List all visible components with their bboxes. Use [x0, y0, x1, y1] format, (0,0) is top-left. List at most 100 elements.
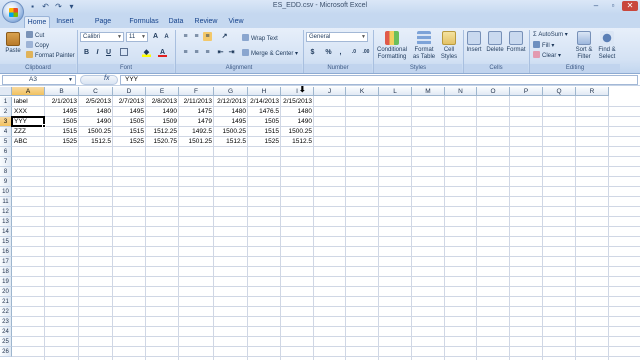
shrink-font-button[interactable]: A: [162, 33, 171, 42]
align-middle-icon[interactable]: ≡: [192, 32, 201, 41]
row-header-19[interactable]: 19: [0, 277, 12, 287]
row-header-4[interactable]: 4: [0, 127, 12, 137]
cell-g3[interactable]: 1495: [214, 117, 248, 127]
italic-button[interactable]: I: [93, 48, 102, 57]
decrease-decimal-button[interactable]: .00: [361, 48, 371, 57]
align-center-icon[interactable]: ≡: [192, 48, 201, 57]
row-header-25[interactable]: 25: [0, 337, 12, 347]
sort-filter-button[interactable]: Sort & Filter: [574, 31, 594, 61]
cell-h1[interactable]: 2/14/2013: [248, 97, 281, 107]
column-header-a[interactable]: A: [12, 87, 45, 96]
row-header-6[interactable]: 6: [0, 147, 12, 157]
column-header-e[interactable]: E: [146, 87, 179, 96]
conditional-formatting-button[interactable]: Conditional Formatting: [375, 31, 409, 61]
row-header-15[interactable]: 15: [0, 237, 12, 247]
row-header-18[interactable]: 18: [0, 267, 12, 277]
cell-h5[interactable]: 1525: [248, 137, 281, 147]
cell-d4[interactable]: 1515: [113, 127, 146, 137]
row-header-8[interactable]: 8: [0, 167, 12, 177]
cell-d1[interactable]: 2/7/2013: [113, 97, 146, 107]
paste-button[interactable]: Paste: [3, 32, 23, 55]
row-header-11[interactable]: 11: [0, 197, 12, 207]
cell-a5[interactable]: ABC: [12, 137, 45, 147]
currency-button[interactable]: $: [308, 48, 317, 57]
grow-font-button[interactable]: A: [151, 32, 160, 41]
cell-e5[interactable]: 1520.75: [146, 137, 179, 147]
cell-i4[interactable]: 1500.25: [281, 127, 314, 137]
cell-d5[interactable]: 1525: [113, 137, 146, 147]
office-button[interactable]: [2, 1, 24, 23]
insert-function-button[interactable]: fx: [104, 75, 109, 82]
cell-c3[interactable]: 1490: [79, 117, 113, 127]
cell-b1[interactable]: 2/1/2013: [45, 97, 79, 107]
row-header-10[interactable]: 10: [0, 187, 12, 197]
close-button[interactable]: ✕: [622, 1, 638, 11]
cell-b5[interactable]: 1525: [45, 137, 79, 147]
cut-button[interactable]: Cut: [26, 31, 44, 40]
maximize-button[interactable]: ▫: [605, 1, 621, 11]
underline-button[interactable]: U: [104, 48, 113, 57]
wrap-text-button[interactable]: Wrap Text: [242, 34, 278, 43]
cell-f3[interactable]: 1479: [179, 117, 214, 127]
cell-f1[interactable]: 2/11/2013: [179, 97, 214, 107]
tab-formulas[interactable]: Formulas: [128, 16, 160, 28]
column-header-g[interactable]: G: [214, 87, 248, 96]
row-header-13[interactable]: 13: [0, 217, 12, 227]
decrease-indent-icon[interactable]: ⇤: [216, 48, 225, 57]
cell-g5[interactable]: 1512.5: [214, 137, 248, 147]
formula-input[interactable]: YYY: [120, 75, 638, 85]
find-select-button[interactable]: Find & Select: [596, 31, 618, 61]
align-bottom-icon[interactable]: ≡: [203, 32, 212, 41]
merge-center-button[interactable]: Merge & Center ▾: [242, 49, 298, 58]
align-right-icon[interactable]: ≡: [203, 48, 212, 57]
cell-e2[interactable]: 1490: [146, 107, 179, 117]
number-format-select[interactable]: General ▼: [306, 32, 368, 42]
cell-h4[interactable]: 1515: [248, 127, 281, 137]
tab-home[interactable]: Home: [24, 16, 50, 28]
column-header-i[interactable]: I: [281, 87, 314, 96]
fill-button[interactable]: Fill ▾: [533, 41, 554, 50]
cell-h3[interactable]: 1505: [248, 117, 281, 127]
tab-review[interactable]: Review: [193, 16, 219, 28]
row-header-21[interactable]: 21: [0, 297, 12, 307]
comma-button[interactable]: ,: [336, 48, 345, 57]
column-header-o[interactable]: O: [477, 87, 510, 96]
column-header-n[interactable]: N: [445, 87, 477, 96]
cell-e4[interactable]: 1512.25: [146, 127, 179, 137]
column-header-q[interactable]: Q: [543, 87, 576, 96]
cell-c4[interactable]: 1500.25: [79, 127, 113, 137]
column-header-d[interactable]: D: [113, 87, 146, 96]
cell-f2[interactable]: 1475: [179, 107, 214, 117]
fill-color-icon[interactable]: ◆: [142, 48, 151, 57]
column-header-h[interactable]: H: [248, 87, 281, 96]
cell-i5[interactable]: 1512.5: [281, 137, 314, 147]
cell-b4[interactable]: 1515: [45, 127, 79, 137]
align-top-icon[interactable]: ≡: [181, 32, 190, 41]
row-header-12[interactable]: 12: [0, 207, 12, 217]
increase-decimal-button[interactable]: .0: [349, 48, 359, 57]
cell-b3[interactable]: 1505: [45, 117, 79, 127]
align-left-icon[interactable]: ≡: [181, 48, 190, 57]
format-as-table-button[interactable]: Format as Table: [411, 31, 437, 61]
row-header-5[interactable]: 5: [0, 137, 12, 147]
cell-c5[interactable]: 1512.5: [79, 137, 113, 147]
cell-d2[interactable]: 1495: [113, 107, 146, 117]
cell-f5[interactable]: 1501.25: [179, 137, 214, 147]
name-box[interactable]: A3 ▼: [2, 75, 76, 85]
row-header-1[interactable]: 1: [0, 97, 12, 107]
cell-g4[interactable]: 1500.25: [214, 127, 248, 137]
column-header-b[interactable]: B: [45, 87, 79, 96]
column-header-m[interactable]: M: [412, 87, 445, 96]
row-header-23[interactable]: 23: [0, 317, 12, 327]
clear-button[interactable]: Clear ▾: [533, 51, 561, 60]
column-header-f[interactable]: F: [179, 87, 214, 96]
cell-f4[interactable]: 1492.5: [179, 127, 214, 137]
cell-a4[interactable]: ZZZ: [12, 127, 45, 137]
cell-a1[interactable]: label: [12, 97, 45, 107]
row-header-20[interactable]: 20: [0, 287, 12, 297]
font-name-select[interactable]: Calibri ▼: [80, 32, 124, 42]
row-header-14[interactable]: 14: [0, 227, 12, 237]
borders-icon[interactable]: [120, 48, 128, 56]
row-header-7[interactable]: 7: [0, 157, 12, 167]
increase-indent-icon[interactable]: ⇥: [227, 48, 236, 57]
